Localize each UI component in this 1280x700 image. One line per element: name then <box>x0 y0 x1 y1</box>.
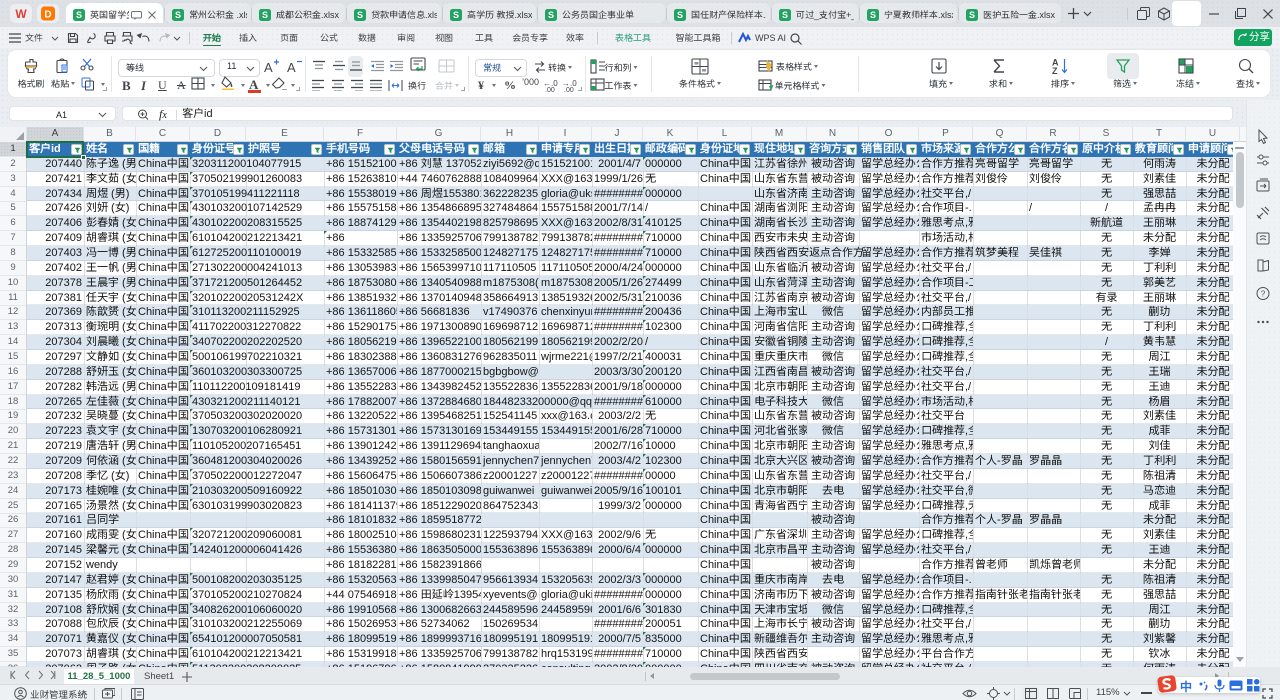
svg-text:A: A <box>287 60 296 74</box>
svg-text:D: D <box>44 10 51 21</box>
svg-text:.00: .00 <box>545 87 555 92</box>
svg-text:Z: Z <box>1052 66 1058 75</box>
svg-text:W: W <box>15 7 27 21</box>
svg-text:?: ? <box>1261 290 1266 299</box>
svg-text:.00: .00 <box>564 87 574 92</box>
svg-text:A: A <box>264 60 273 74</box>
